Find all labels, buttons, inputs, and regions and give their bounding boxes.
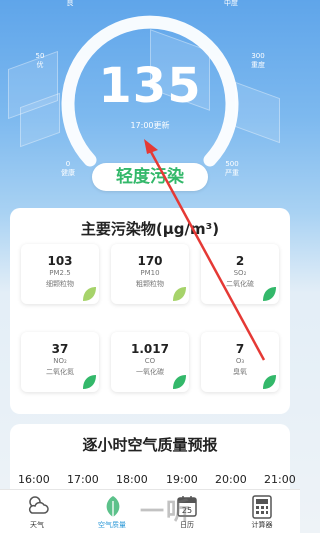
forecast-hour: 19:00 xyxy=(166,473,198,486)
forecast-hour: 18:00 xyxy=(116,473,148,486)
weather-icon xyxy=(28,496,49,514)
tab-calculator[interactable]: 计算器 xyxy=(232,493,292,533)
tab-air-quality[interactable]: 空气质量 xyxy=(82,493,142,533)
pollutant-value: 1.017 xyxy=(131,342,169,356)
pollutant-value: 2 xyxy=(235,254,245,268)
forecast-hour: 20:00 xyxy=(215,473,247,486)
aqi-value: 135 xyxy=(98,58,202,114)
leaf-icon xyxy=(83,375,96,389)
scale-label-0: 0 健康 xyxy=(61,160,75,177)
pollutants-title: 主要污染物(μg/m³) xyxy=(80,220,220,238)
forecast-hour: 21:00 xyxy=(264,473,296,486)
tab-label: 日历 xyxy=(180,521,194,529)
tab-label: 计算器 xyxy=(251,521,273,529)
leaf-icon xyxy=(263,287,276,301)
tab-label: 空气质量 xyxy=(98,521,126,529)
pollutant-co[interactable]: 1.017 CO 一氧化碳 xyxy=(111,332,189,392)
pollution-level-badge[interactable]: 轻度污染 xyxy=(92,163,208,191)
leaf-icon xyxy=(173,375,186,389)
tab-calendar[interactable]: 25 日历 xyxy=(157,493,217,533)
pollutant-code: SO₂ xyxy=(233,269,247,277)
forecast-hour: 17:00 xyxy=(67,473,99,486)
tab-label: 天气 xyxy=(30,521,44,529)
pollutant-value: 37 xyxy=(51,342,69,356)
pollutant-value: 170 xyxy=(137,254,163,268)
pollutant-no2[interactable]: 37 NO₂ 二氧化氮 xyxy=(21,332,99,392)
pollutant-code: PM10 xyxy=(140,269,160,277)
leaf-icon xyxy=(83,287,96,301)
pollutants-card: 主要污染物(μg/m³) 103 PM2.5 细颗粒物 170 PM10 粗颗粒… xyxy=(10,208,290,414)
leaf-icon xyxy=(106,496,120,518)
bottom-tab-bar: 天气 空气质量 25 日历 计算器 xyxy=(0,489,300,533)
tab-weather[interactable]: 天气 xyxy=(7,493,67,533)
forecast-title: 逐小时空气质量预报 xyxy=(82,436,218,454)
pollutant-so2[interactable]: 2 SO₂ 二氧化硫 xyxy=(201,244,279,304)
leaf-icon xyxy=(263,375,276,389)
pollutant-pm10[interactable]: 170 PM10 粗颗粒物 xyxy=(111,244,189,304)
calendar-icon: 25 xyxy=(177,496,197,517)
update-time: 17:00更新 xyxy=(130,121,170,130)
pollutant-value: 103 xyxy=(47,254,73,268)
pollutant-code: NO₂ xyxy=(53,357,67,365)
pollutant-code: O₃ xyxy=(235,357,245,365)
scale-label-good: 良 xyxy=(66,0,74,7)
pollutant-value: 7 xyxy=(235,342,245,356)
leaf-icon xyxy=(173,287,186,301)
calendar-day: 25 xyxy=(182,506,192,515)
pollutant-code: PM2.5 xyxy=(49,269,71,277)
scale-label-500: 500 严重 xyxy=(225,160,239,177)
forecast-hour: 16:00 xyxy=(18,473,50,486)
pollutant-pm25[interactable]: 103 PM2.5 细颗粒物 xyxy=(21,244,99,304)
pollutant-o3[interactable]: 7 O₃ 臭氧 xyxy=(201,332,279,392)
calculator-icon xyxy=(252,495,272,519)
scale-label-moderate: 中度 xyxy=(224,0,238,7)
pollutant-code: CO xyxy=(144,357,156,365)
